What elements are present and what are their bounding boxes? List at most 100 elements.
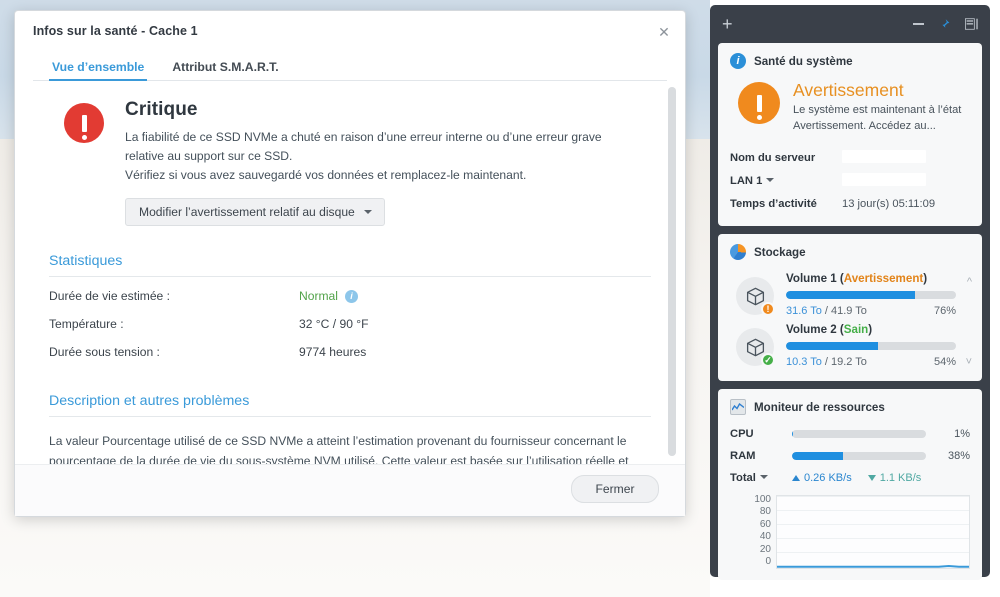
cpu-percent: 1% <box>954 428 970 440</box>
chevron-up-icon[interactable]: ^ <box>967 276 972 288</box>
chart-y-tick: 40 <box>759 531 771 542</box>
check-badge-icon: ✓ <box>761 353 775 367</box>
critical-heading: Critique <box>125 99 198 120</box>
resource-monitor-title: Moniteur de ressources <box>754 400 885 414</box>
warning-badge-icon: ! <box>761 302 775 316</box>
system-health-widget: i Santé du système Avertissement Le syst… <box>718 43 982 226</box>
tab-vue-ensemble[interactable]: Vue d’ensemble <box>49 60 148 81</box>
storage-header: Stockage <box>730 244 970 260</box>
system-health-status-row: Avertissement Le système est maintenant … <box>730 77 970 143</box>
label-network-total-text: Total <box>730 472 756 484</box>
chevron-down-icon <box>363 210 372 214</box>
download-arrow-icon <box>867 475 876 481</box>
dialog-titlebar[interactable]: Infos sur la santé - Cache 1 ✕ <box>15 11 685 51</box>
system-health-title: Santé du système <box>754 54 853 68</box>
widget-panel-toolbar-right <box>913 18 978 31</box>
panel-layout-icon[interactable] <box>965 18 978 30</box>
volume-1-total: 41.9 To <box>830 305 867 317</box>
volume-2-state: Sain <box>843 323 869 336</box>
network-upload-value: 0.26 KB/s <box>804 472 852 484</box>
close-icon[interactable]: ✕ <box>655 23 673 41</box>
dialog-body: Critique La fiabilité de ce SSD NVMe a c… <box>15 81 685 464</box>
resource-row-cpu: CPU 1% <box>730 423 970 445</box>
info-icon[interactable]: i <box>344 289 358 303</box>
label-lan1-text: LAN 1 <box>730 174 763 187</box>
chevron-down-icon[interactable]: ˅ <box>966 356 972 368</box>
graph-glyph <box>732 402 744 410</box>
stat-label-power-on-hours: Durée sous tension : <box>49 345 160 359</box>
chevron-down-icon <box>766 177 775 182</box>
dialog-scrollbar[interactable] <box>668 87 676 456</box>
label-lan1[interactable]: LAN 1 <box>730 175 842 187</box>
value-uptime: 13 jour(s) 05:11:09 <box>842 197 936 210</box>
volume-1-usage-fill <box>786 291 916 299</box>
system-health-status-group: Avertissement Le système est maintenant … <box>793 80 970 134</box>
close-button[interactable]: Fermer <box>571 474 659 503</box>
chart-y-axis: 100 80 60 40 20 0 <box>730 495 776 569</box>
dialog-tabs: Vue d’ensemble Attribut S.M.A.R.T. <box>15 51 685 81</box>
dialog-footer: Fermer <box>15 464 685 516</box>
chart-y-tick: 80 <box>759 506 771 517</box>
tab-attribut-smart[interactable]: Attribut S.M.A.R.T. <box>169 60 281 81</box>
volume-1-percent: 76% <box>933 305 956 317</box>
modify-disk-warning-button[interactable]: Modifier l’avertissement relatif au disq… <box>125 198 385 226</box>
label-network-total[interactable]: Total <box>730 472 792 484</box>
ram-usage-fill <box>792 452 843 460</box>
dialog-title: Infos sur la santé - Cache 1 <box>33 24 198 38</box>
critical-message-line2: Vérifiez si vous avez sauvegardé vos don… <box>125 168 527 182</box>
label-server-name: Nom du serveur <box>730 151 816 164</box>
stat-label-lifetime: Durée de vie estimée : <box>49 289 170 303</box>
chart-y-tick: 100 <box>754 494 771 505</box>
network-upload: 0.26 KB/s <box>792 472 852 484</box>
volume-1-used: 31.6 To <box>786 305 822 317</box>
plus-icon[interactable]: + <box>722 15 733 33</box>
scrollbar-thumb[interactable] <box>668 87 676 456</box>
list-item: ! Volume 1 (Avertissement) 31.6 To / 41.… <box>730 268 972 319</box>
health-info-dialog: Infos sur la santé - Cache 1 ✕ Vue d’ens… <box>14 10 686 517</box>
volume-cube-icon: ✓ <box>736 328 775 367</box>
upload-arrow-icon <box>792 475 800 481</box>
critical-message-line1: La fiabilité de ce SSD NVMe a chuté en r… <box>125 130 602 163</box>
value-server-name <box>842 149 926 166</box>
table-row: Durée de vie estimée : Normal i <box>49 282 651 310</box>
widget-panel-toolbar: + <box>718 13 982 35</box>
exclamation-circle-icon <box>64 103 104 143</box>
pie-chart-icon <box>730 244 746 260</box>
pin-icon[interactable] <box>938 18 951 31</box>
chart-y-tick: 0 <box>765 556 771 567</box>
stat-value-lifetime-group: Normal i <box>299 289 358 303</box>
chart-y-tick: 20 <box>759 544 771 555</box>
cpu-usage-bar <box>792 430 926 438</box>
statistics-table: Durée de vie estimée : Normal i Températ… <box>49 282 651 366</box>
chevron-down-icon <box>759 475 768 479</box>
network-download: 1.1 KB/s <box>867 472 921 484</box>
widget-panel: + i Santé du système Avertissement Le sy… <box>710 5 990 580</box>
value-lan1 <box>842 172 926 189</box>
resource-graph-icon <box>730 399 746 415</box>
ram-percent: 38% <box>947 450 970 462</box>
warning-exclamation-icon <box>738 82 780 124</box>
description-body: La valeur Pourcentage utilisé de ce SSD … <box>49 434 629 464</box>
volume-2-percent: 54% <box>933 356 956 368</box>
volume-2-used: 10.3 To <box>786 356 822 368</box>
volume-info: Volume 1 (Avertissement) 31.6 To / 41.9 … <box>786 272 970 317</box>
resource-monitor-widget: Moniteur de ressources CPU 1% RAM 38% To… <box>718 389 982 580</box>
resource-monitor-header: Moniteur de ressources <box>730 399 970 415</box>
volume-info: Volume 2 (Sain) 10.3 To / 19.2 To 54% <box>786 323 970 368</box>
info-row-lan1: LAN 1 <box>730 169 970 192</box>
system-health-desc-line2[interactable]: Avertissement. Accédez au... <box>793 119 970 135</box>
minimize-icon[interactable] <box>913 23 924 25</box>
label-ram: RAM <box>730 450 756 462</box>
system-health-desc-line1: Le système est maintenant à l’état <box>793 104 962 116</box>
system-health-status: Avertissement <box>793 80 904 100</box>
chart-plot-area <box>776 495 970 569</box>
ram-bar-wrap <box>792 452 936 460</box>
volume-2-total: 19.2 To <box>830 356 867 368</box>
statistics-heading: Statistiques <box>49 253 651 277</box>
chart-series-total <box>777 496 969 568</box>
stat-value-lifetime: Normal <box>299 289 338 303</box>
volume-1-label: Volume 1 <box>786 272 837 285</box>
resource-row-network: Total 0.26 KB/s 1.1 KB/s <box>730 467 970 489</box>
list-item: ✓ Volume 2 (Sain) 10.3 To / 19.2 To 54% … <box>730 319 972 370</box>
system-health-header: i Santé du système <box>730 53 970 69</box>
